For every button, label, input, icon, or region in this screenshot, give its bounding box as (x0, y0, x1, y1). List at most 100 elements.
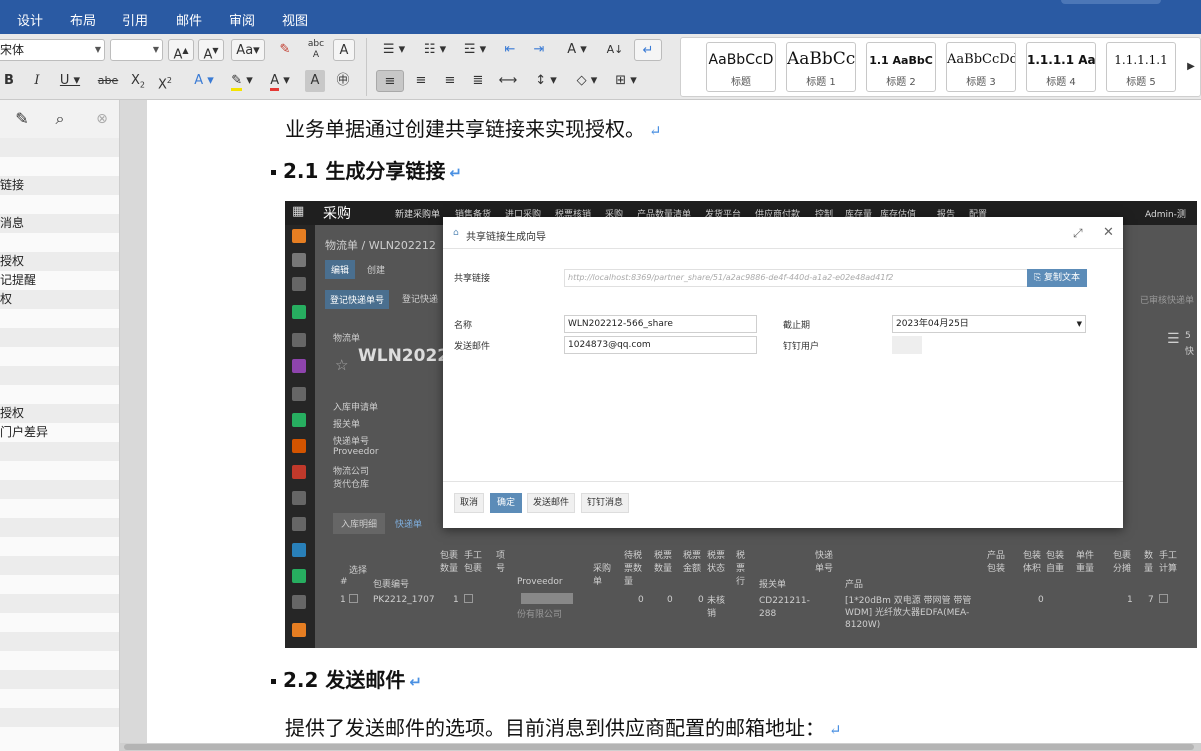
font-name-select[interactable]: 宋体 ▼ (0, 39, 105, 61)
scrollbar-thumb[interactable] (124, 744, 1194, 750)
paragraph-mark-icon: ↵ (829, 721, 842, 739)
star-icon: ☆ (335, 356, 349, 374)
odoo-col-header: 单件重量 (1076, 551, 1095, 574)
menu-review[interactable]: 审阅 (229, 10, 255, 29)
nav-item[interactable]: 链接 (0, 176, 119, 195)
heading-bullet (271, 170, 276, 175)
superscript-icon[interactable]: X2 (155, 70, 175, 92)
nav-item[interactable]: 授权 (0, 252, 119, 271)
paragraph-mark-icon: ↵ (649, 122, 662, 140)
odoo-row-checkbox (349, 594, 358, 603)
menu-view[interactable]: 视图 (282, 10, 308, 29)
style-h3-name: 标题 3 (966, 77, 996, 88)
numbering-icon[interactable]: ☷ ▾ (417, 39, 453, 61)
apps-grid-icon: ▦ (292, 204, 305, 219)
app-icon (292, 623, 306, 637)
chevron-down-icon: ▼ (1076, 320, 1082, 328)
odoo-row-count: 7 (1148, 595, 1154, 605)
change-case-icon[interactable]: Aa▾ (231, 39, 265, 61)
underline-icon[interactable]: U ▾ (55, 70, 85, 92)
odoo-col-header: 项号 (496, 551, 506, 574)
odoo-field: 物流公司 (333, 467, 370, 477)
paragraph-mark-icon: ↵ (449, 164, 462, 182)
nav-item[interactable]: 记提醒 (0, 271, 119, 290)
subscript-icon[interactable]: X2 (128, 70, 148, 92)
odoo-record-label: 物流单 (333, 334, 361, 344)
nav-item[interactable]: 授权 (0, 404, 119, 423)
highlight-icon[interactable]: ✎ ▾ (224, 70, 260, 92)
align-left-icon[interactable]: ≡ (376, 70, 404, 92)
align-center-icon[interactable]: ≡ (409, 70, 433, 92)
gallery-next-icon[interactable]: ▶ (1184, 56, 1198, 78)
style-h5-name: 标题 5 (1126, 77, 1156, 88)
grow-font-icon[interactable]: A▲ (168, 39, 194, 62)
font-size-select[interactable]: ▼ (110, 39, 163, 61)
close-icon[interactable]: ⊗ (92, 108, 112, 130)
style-h4-name: 标题 4 (1046, 77, 1076, 88)
nav-item[interactable]: 消息 (0, 214, 119, 233)
sort-icon[interactable]: A↓ (603, 39, 627, 61)
increase-indent-icon[interactable]: ⇥ (527, 39, 551, 61)
style-heading-1[interactable]: AaBbCc 标题 1 (786, 42, 856, 92)
horizontal-scrollbar[interactable] (120, 743, 1201, 751)
style-heading-3[interactable]: AaBbCcDd 标题 3 (946, 42, 1016, 92)
char-border-icon[interactable]: A (333, 39, 355, 61)
nav-item[interactable]: 门户差异 (0, 423, 119, 442)
bullets-icon[interactable]: ☰ ▾ (376, 39, 412, 61)
odoo-action-button-2: 登记快递 (402, 295, 439, 305)
enclose-char-icon[interactable]: ㊥ (332, 70, 354, 92)
justify-icon[interactable]: ≣ (466, 70, 490, 92)
odoo-status: 已审核快递单 (1140, 296, 1195, 306)
app-icon (292, 439, 306, 453)
search-box[interactable] (1061, 0, 1161, 4)
asian-layout-icon[interactable]: A ▾ (560, 39, 594, 61)
dingtalk-message-button: 钉钉消息 (581, 493, 629, 513)
text-effects-icon[interactable]: A ▾ (188, 70, 220, 92)
menu-references[interactable]: 引用 (122, 10, 148, 29)
document-paragraph: 业务单据通过创建共享链接来实现授权。 ↵ (285, 113, 662, 142)
odoo-app-name: 采购 (323, 206, 351, 222)
clear-format-icon[interactable]: ✎ (272, 39, 298, 61)
line-spacing-icon[interactable]: ↕ ▾ (528, 70, 564, 92)
shading-icon[interactable]: ◇ ▾ (568, 70, 606, 92)
name-field: WLN202212-566_share (564, 315, 757, 333)
nav-item[interactable]: 权 (0, 290, 119, 309)
headings-view-icon[interactable]: ✎ (10, 108, 34, 130)
bold-icon[interactable]: B (0, 70, 18, 92)
odoo-col-header: 包裹分摊 (1113, 551, 1132, 574)
dingtalk-user-label: 钉钉用户 (783, 342, 820, 352)
odoo-col-header: 税票行 (736, 551, 746, 587)
dialog-header: ⌂ 共享链接生成向导 ⤢ ✕ (443, 217, 1123, 249)
odoo-row-v2: 0 (667, 595, 673, 605)
multilevel-list-icon[interactable]: ☲ ▾ (457, 39, 493, 61)
italic-icon[interactable]: I (28, 70, 46, 92)
search-icon[interactable]: ⌕ (48, 108, 72, 130)
menu-mailings[interactable]: 邮件 (176, 10, 202, 29)
style-title[interactable]: AaBbCcD 标题 (706, 42, 776, 92)
menu-layout[interactable]: 布局 (70, 10, 96, 29)
odoo-action-button: 登记快递单号 (325, 290, 390, 309)
chevron-down-icon: ▼ (94, 45, 101, 54)
style-heading-5[interactable]: 1.1.1.1.1 标题 5 (1106, 42, 1176, 92)
odoo-create-button: 创建 (367, 266, 386, 276)
font-color-icon[interactable]: A ▾ (262, 70, 298, 92)
style-heading-4[interactable]: 1.1.1.1 Aa 标题 4 (1026, 42, 1096, 92)
strikethrough-icon[interactable]: abe (94, 70, 122, 92)
align-right-icon[interactable]: ≡ (438, 70, 462, 92)
distributed-icon[interactable]: ⟷ (494, 70, 522, 92)
style-heading-2[interactable]: 1.1 AaBbC 标题 2 (866, 42, 936, 92)
odoo-row-checkbox-2 (464, 594, 473, 603)
shrink-font-icon[interactable]: A▼ (198, 39, 224, 62)
odoo-tab: 快递单 (395, 520, 423, 530)
menu-design[interactable]: 设计 (17, 10, 43, 29)
share-link-label: 共享链接 (454, 274, 491, 284)
close-icon: ✕ (1103, 225, 1114, 240)
show-marks-icon[interactable]: ↵ (634, 39, 662, 61)
deadline-field: 2023年04月25日 ▼ (892, 315, 1086, 333)
home-icon: ⌂ (453, 228, 459, 238)
decrease-indent-icon[interactable]: ⇤ (498, 39, 522, 61)
borders-icon[interactable]: ⊞ ▾ (606, 70, 646, 92)
phonetic-guide-icon[interactable]: abc A (304, 39, 328, 61)
style-h1-preview: AaBbCc (787, 49, 856, 69)
char-shading-icon[interactable]: A (305, 70, 325, 92)
